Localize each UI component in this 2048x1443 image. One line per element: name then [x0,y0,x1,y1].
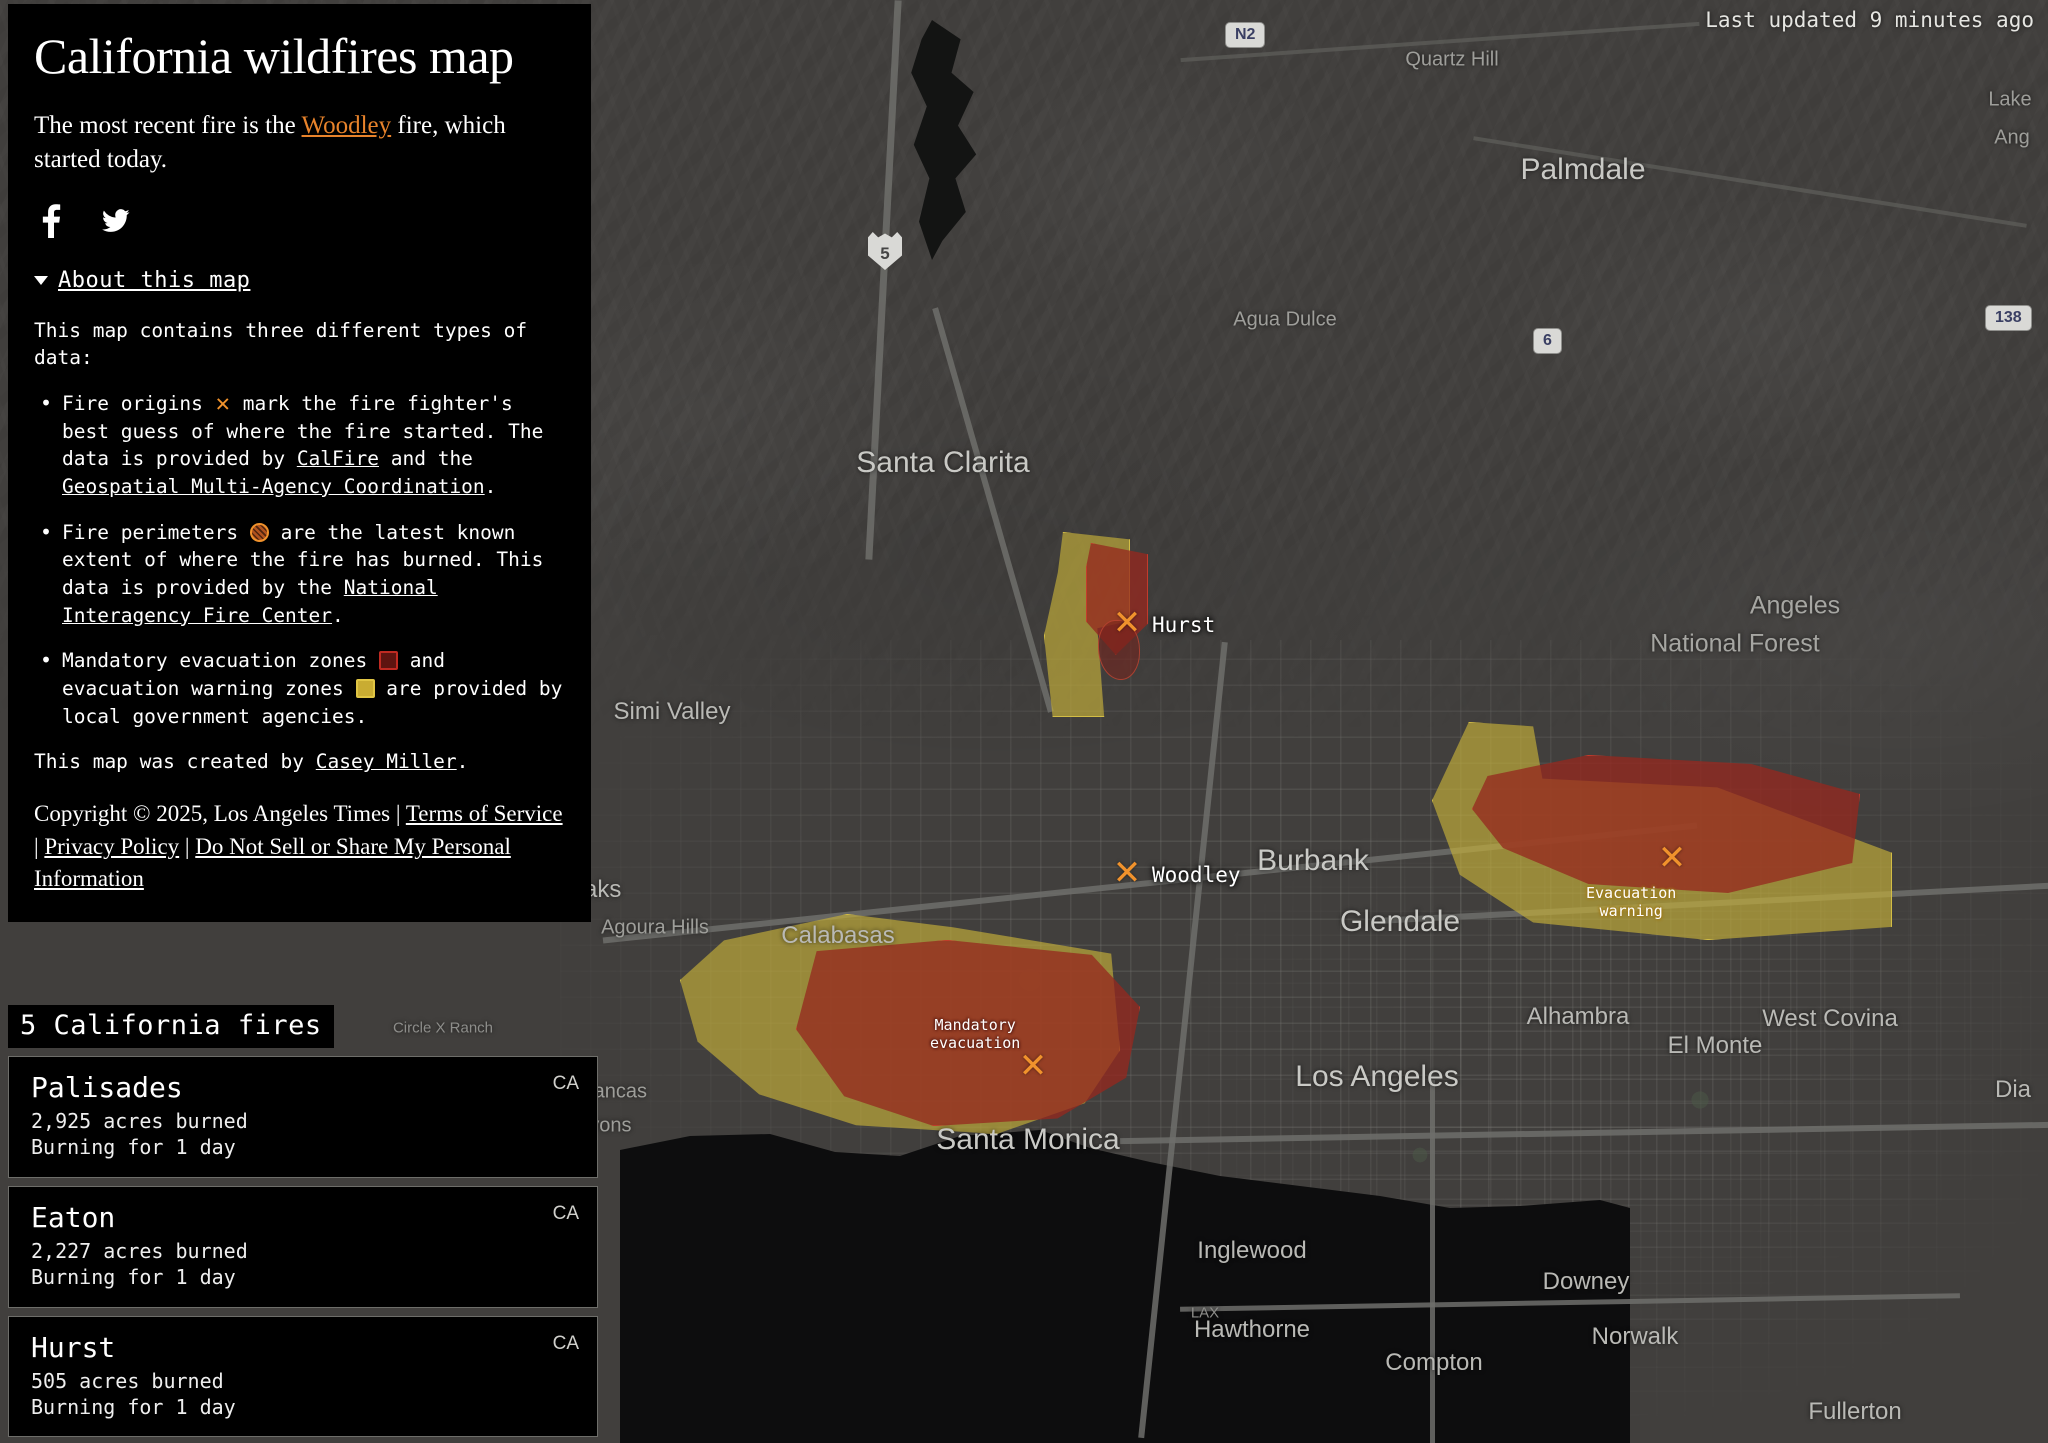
fire-origin-x-woodley[interactable]: ✕ [1112,856,1142,890]
map-place-label: Calabasas [781,922,895,949]
map-place-label: Inglewood [1197,1237,1307,1264]
page-title: California wildfires map [34,28,514,84]
woodley-fire-link[interactable]: Woodley [302,112,392,139]
map-place-label: National Forest [1650,629,1820,658]
credit-end: . [456,750,469,774]
about-intro: This map contains three different types … [34,318,528,370]
social-share-row [34,203,565,242]
map-place-label: El Monte [1667,1032,1763,1059]
fire-card-name: Palisades [31,1071,183,1104]
fire-card-list: Palisades 2,925 acres burned Burning for 1… [8,1056,598,1438]
map-place-label: Santa Monica [936,1123,1120,1156]
twitter-icon[interactable] [102,204,130,242]
map-place-label: Agua Dulce [1233,308,1337,331]
map-place-label: Ang [1994,126,2030,149]
lede-paragraph: The most recent fire is the Woodley fire… [34,109,565,178]
privacy-policy-link[interactable]: Privacy Policy [44,834,179,859]
terms-of-service-link[interactable]: Terms of Service [406,801,563,826]
highway-shield-icon: 138 [1985,305,2032,331]
credit-pre: This map was created by [34,750,316,774]
map-place-label: LAX [1190,1304,1220,1322]
bullet-0-pre: Fire origins [62,391,215,415]
geomac-link[interactable]: Geospatial Multi-Agency Coordination [62,475,485,498]
map-place-label: Downey [1542,1268,1630,1295]
freeway-110 [1430,1080,1435,1443]
bullet-fire-perimeters: Fire perimeters are the latest known ext… [34,518,565,630]
fire-list-section: 5 California fires Palisades 2,925 acres … [8,1005,598,1438]
map-zone-label-evacuation-warning: Evacuation warning [1586,884,1677,920]
fire-card-acres: 2,227 acres burned [31,1238,248,1263]
fire-origin-x-eaton[interactable]: ✕ [1657,841,1687,875]
calfire-link[interactable]: CalFire [297,447,379,470]
casey-miller-link[interactable]: Casey Miller [316,750,457,773]
mandatory-evacuation-swatch [378,651,398,671]
map-place-label: Palmdale [1520,153,1646,186]
fire-card-name: Eaton [31,1200,116,1234]
fire-card-acres: 2,925 acres burned [31,1109,248,1133]
fire-list-heading: 5 California fires [8,1005,334,1048]
map-place-label: Los Angeles [1295,1060,1459,1093]
highway-shield-icon: N2 [1225,22,1266,48]
bullet-evacuation-zones: Mandatory evacuation zones and evacuatio… [34,646,565,730]
map-zone-label-mandatory-evacuation: Mandatory evacuation [930,1016,1021,1052]
map-place-label: Simi Valley [613,698,731,725]
facebook-icon[interactable] [40,203,62,242]
fire-card[interactable]: Hurst 505 acres burned Burning for 1 day CA [8,1315,598,1438]
fire-perimeter-icon [249,522,269,542]
map-place-label: Dia [1994,1076,2032,1103]
copyright-text: Copyright © 2025, Los Angeles Times | [34,801,406,827]
about-this-map-body: This map contains three different types … [34,317,565,777]
fire-card-acres: 505 acres burned [31,1368,224,1393]
map-fire-label-woodley[interactable]: Woodley [1152,863,1241,887]
fire-origin-x-palisades[interactable]: ✕ [1018,1049,1048,1083]
about-bullet-list: Fire origins ✕ mark the fire fighter's b… [34,389,565,731]
bullet-0-end: . [484,474,497,498]
map-fire-label-hurst[interactable]: Hurst [1152,613,1215,637]
chevron-down-icon [34,275,48,285]
copyright-block: Copyright © 2025, Los Angeles Times | Te… [34,798,565,896]
about-toggle-label: About this map [58,267,251,293]
copyright-sep-2: | [179,833,196,859]
fire-card-state-badge: CA [552,1202,579,1224]
highway-shield-icon: 6 [1533,328,1562,354]
bullet-fire-origins: Fire origins ✕ mark the fire fighter's b… [34,389,565,501]
fire-card-state-badge: CA [552,1073,579,1094]
map-place-label: West Covina [1762,1005,1898,1032]
lede-text-before: The most recent fire is the [34,111,302,139]
map-place-label: Glendale [1339,905,1461,938]
wildfire-map-app: ✕ ✕ ✕ Hurst Woodley ✕ Evacuation warning… [0,0,2048,1443]
map-place-label: Alhambra [1526,1003,1630,1030]
about-this-map-toggle[interactable]: About this map [34,268,565,293]
map-place-label: Agoura Hills [601,916,709,939]
fire-card-duration: Burning for 1 day [31,1135,236,1160]
map-place-label: Burbank [1257,844,1369,877]
fire-card-duration: Burning for 1 day [31,1265,236,1290]
last-updated-status: Last updated 9 minutes ago [1705,8,2034,32]
fire-card-state-badge: CA [552,1332,579,1354]
map-place-label: Fullerton [1808,1398,1902,1425]
map-place-label: Lake [1988,88,2032,111]
bullet-2-pre: Mandatory evacuation zones [62,649,379,673]
map-place-label: Quartz Hill [1405,48,1499,71]
fire-origin-x-hurst[interactable]: ✕ [1112,606,1142,640]
fire-card[interactable]: Eaton 2,227 acres burned Burning for 1 day… [8,1185,598,1308]
copyright-sep-1: | [34,833,45,859]
about-credit: This map was created by Casey Miller. [34,748,565,776]
fire-origin-x-icon: ✕ [214,392,231,416]
info-panel: California wildfires map The most recent… [8,4,591,923]
map-place-label: Norwalk [1591,1323,1679,1350]
map-place-label: Santa Clarita [856,446,1030,479]
fire-card-name: Hurst [31,1330,116,1364]
evacuation-warning-swatch [355,679,375,699]
fire-card-duration: Burning for 1 day [31,1394,236,1419]
fire-card[interactable]: Palisades 2,925 acres burned Burning for 1… [8,1056,598,1178]
map-place-label: Compton [1385,1349,1483,1376]
bullet-1-end: . [332,603,344,627]
bullet-0-mid: and the [379,447,473,471]
bullet-1-pre: Fire perimeters [62,520,250,544]
map-place-label: Angeles [1749,591,1841,620]
